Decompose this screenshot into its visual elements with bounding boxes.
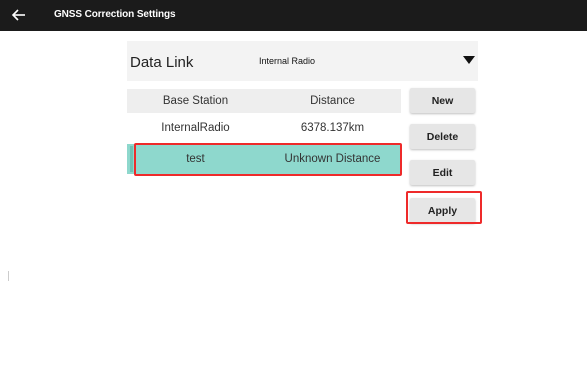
- app-bar: GNSS Correction Settings: [0, 0, 587, 31]
- table-row-selected[interactable]: test Unknown Distance: [127, 144, 401, 174]
- distance-cell: 6378.137km: [300, 122, 365, 134]
- base-station-table: Base Station Distance InternalRadio 6378…: [127, 89, 401, 174]
- column-header-distance: Distance: [310, 95, 355, 107]
- data-link-label: Data Link: [130, 54, 194, 71]
- data-link-panel: Data Link Internal Radio: [127, 41, 478, 81]
- edit-button[interactable]: Edit: [410, 160, 475, 185]
- edge-mark: [8, 271, 9, 281]
- delete-button[interactable]: Delete: [410, 124, 475, 149]
- apply-button[interactable]: Apply: [410, 198, 475, 223]
- arrow-left-icon[interactable]: [10, 6, 28, 24]
- data-link-select[interactable]: Internal Radio: [259, 41, 478, 81]
- distance-cell: Unknown Distance: [284, 153, 381, 165]
- data-link-value: Internal Radio: [259, 56, 316, 66]
- base-station-cell: InternalRadio: [161, 122, 230, 134]
- table-row[interactable]: InternalRadio 6378.137km: [127, 116, 401, 140]
- table-header: Base Station Distance: [127, 89, 401, 113]
- page-title: GNSS Correction Settings: [54, 9, 176, 20]
- column-header-base-station: Base Station: [162, 95, 229, 107]
- new-button[interactable]: New: [410, 88, 475, 113]
- base-station-cell: test: [186, 153, 205, 165]
- caret-down-icon[interactable]: [463, 56, 475, 64]
